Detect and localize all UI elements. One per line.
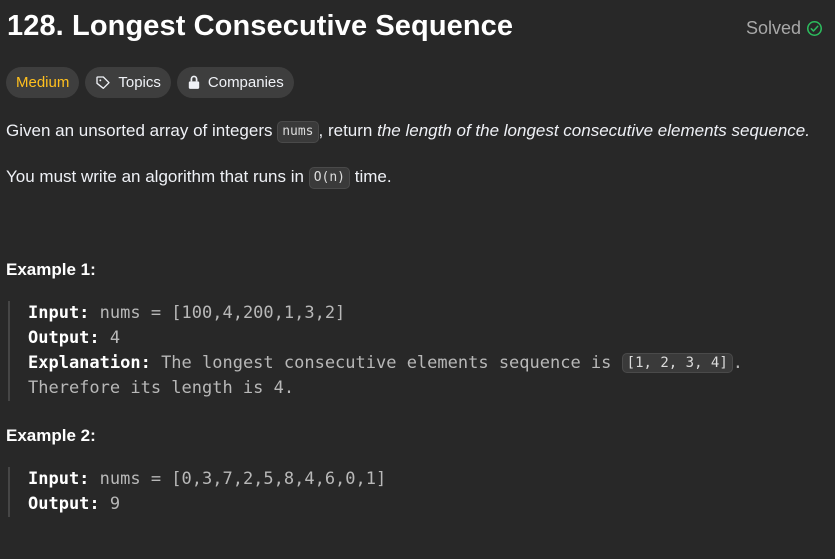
description-text: , return xyxy=(318,121,378,140)
problem-title[interactable]: 128. Longest Consecutive Sequence xyxy=(7,10,513,43)
input-value: nums = [100,4,200,1,3,2] xyxy=(89,303,346,323)
check-circle-icon xyxy=(806,20,823,37)
input-label: Input: xyxy=(28,469,90,489)
description-paragraph-1: Given an unsorted array of integers nums… xyxy=(6,121,810,143)
difficulty-label: Medium xyxy=(16,74,70,91)
inline-code-complexity: O(n) xyxy=(308,167,351,189)
description-text: Given an unsorted array of integers xyxy=(6,121,278,140)
topics-button[interactable]: Topics xyxy=(85,67,171,98)
explanation-text: . xyxy=(732,353,744,373)
explanation-text: The longest consecutive elements sequenc… xyxy=(150,353,622,373)
output-value: 4 xyxy=(99,328,121,348)
output-label: Output: xyxy=(28,328,100,348)
tag-row: Medium Topics Companies xyxy=(6,67,294,98)
description-text: time. xyxy=(350,167,392,186)
lock-icon xyxy=(187,75,201,90)
description-paragraph-2: You must write an algorithm that runs in… xyxy=(6,167,392,189)
example-2-title: Example 2: xyxy=(6,426,96,445)
example-output-line: Output: 4 xyxy=(28,326,743,351)
output-label: Output: xyxy=(28,494,100,514)
description-emphasis: the length of the longest consecutive el… xyxy=(377,121,810,140)
explanation-label: Explanation: xyxy=(28,353,151,373)
example-explanation-line-2: Therefore its length is 4. xyxy=(28,378,295,398)
example-input-line: Input: nums = [0,3,7,2,5,8,4,6,0,1] xyxy=(28,467,386,492)
example-explanation-line: Explanation: The longest consecutive ele… xyxy=(28,351,743,376)
tag-icon xyxy=(95,75,111,91)
example-2-block: Input: nums = [0,3,7,2,5,8,4,6,0,1] Outp… xyxy=(8,467,386,517)
companies-label: Companies xyxy=(207,74,284,91)
inline-code-sequence: [1, 2, 3, 4] xyxy=(621,353,733,373)
example-1-title: Example 1: xyxy=(6,260,96,279)
example-input-line: Input: nums = [100,4,200,1,3,2] xyxy=(28,301,743,326)
solved-label: Solved xyxy=(745,18,801,38)
inline-code-nums: nums xyxy=(277,121,319,143)
input-label: Input: xyxy=(28,303,90,323)
companies-button[interactable]: Companies xyxy=(176,67,294,98)
solved-status: Solved xyxy=(746,18,823,39)
description-text: You must write an algorithm that runs in xyxy=(6,167,309,186)
example-1-block: Input: nums = [100,4,200,1,3,2] Output: … xyxy=(8,301,743,401)
difficulty-badge: Medium xyxy=(6,67,80,98)
example-output-line: Output: 9 xyxy=(28,492,386,517)
output-value: 9 xyxy=(99,494,121,514)
topics-label: Topics xyxy=(118,74,161,91)
problem-description-panel: 128. Longest Consecutive Sequence Solved… xyxy=(0,0,835,559)
input-value: nums = [0,3,7,2,5,8,4,6,0,1] xyxy=(89,469,387,489)
